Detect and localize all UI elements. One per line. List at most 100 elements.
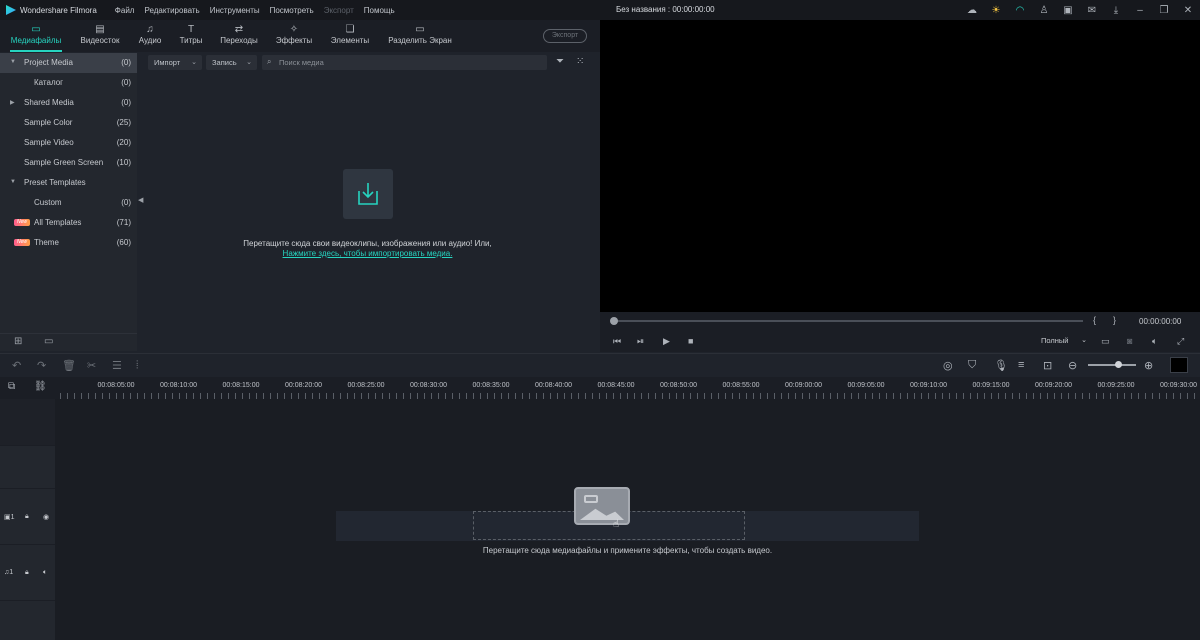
layout-toggle-button[interactable] <box>1170 357 1188 373</box>
audio-wave-icon[interactable]: ⦙ <box>136 359 138 372</box>
ruler-time-label: 00:09:15:00 <box>972 382 1010 389</box>
menu-help[interactable]: Помощь <box>364 6 395 15</box>
export-button[interactable]: Экспорт <box>543 29 587 43</box>
menu-edit[interactable]: Редактировать <box>144 6 199 15</box>
play-icon[interactable]: ▶ <box>663 336 670 347</box>
expand-down-icon: ▼ <box>10 179 16 185</box>
library-item-shared-media[interactable]: ▶ Shared Media (0) <box>0 93 137 113</box>
step-back-icon[interactable]: ⏮ <box>613 336 621 347</box>
record-dropdown[interactable]: Запись ⌄ <box>206 55 257 70</box>
zoom-in-icon[interactable]: ⊕ <box>1144 359 1153 372</box>
adjust-icon[interactable]: ☰ <box>112 359 122 372</box>
tab-effects[interactable]: ✧ Эффекты <box>272 20 316 52</box>
lock-icon[interactable]: 🔒︎ <box>25 513 29 521</box>
menu-tools[interactable]: Инструменты <box>210 6 260 15</box>
restore-icon[interactable]: ❐ <box>1152 5 1176 16</box>
ruler-time-label: 00:09:20:00 <box>1035 382 1072 389</box>
microphone-icon[interactable]: 🎙︎ <box>994 359 1008 372</box>
new-folder-icon[interactable]: ⊞ <box>14 336 22 347</box>
library-item-sample-video[interactable]: Sample Video (20) <box>0 133 137 153</box>
expand-right-icon: ▶ <box>10 100 15 106</box>
menu-view[interactable]: Посмотреть <box>270 6 314 15</box>
library-item-project-media[interactable]: ▼ Project Media (0) <box>0 53 137 73</box>
snapshot-icon[interactable]: ◙ <box>1127 336 1132 346</box>
link-icon[interactable]: ⛓ <box>34 381 47 392</box>
tab-audio[interactable]: ♫ Аудио <box>132 20 168 52</box>
grid-view-icon[interactable]: ⁙ <box>576 56 584 67</box>
delete-icon[interactable]: 🗑︎ <box>62 359 76 372</box>
download-icon[interactable]: ⤓ <box>1104 5 1128 16</box>
undo-icon[interactable]: ↶ <box>12 359 21 372</box>
playhead-knob[interactable] <box>610 317 618 325</box>
menu-file[interactable]: Файл <box>115 6 135 15</box>
import-dropdown[interactable]: Импорт ⌄ <box>148 55 202 70</box>
ruler-time-label: 00:08:20:00 <box>285 382 322 389</box>
library-item-all-templates[interactable]: New All Templates (71) <box>0 213 137 233</box>
save-icon[interactable]: ▣ <box>1056 5 1080 16</box>
tab-stock-video[interactable]: ▤ Видеосток <box>74 20 126 52</box>
tab-titles[interactable]: T Титры <box>174 20 208 52</box>
library-item-custom[interactable]: Custom (0) <box>0 193 137 213</box>
tab-label: Видеосток <box>80 36 120 45</box>
mail-icon[interactable]: ✉ <box>1080 5 1104 16</box>
mark-in-button[interactable]: { <box>1093 315 1096 325</box>
ruler-time-label: 00:08:05:00 <box>97 382 135 389</box>
media-toolbar: Импорт ⌄ Запись ⌄ ⌕ ⏷ ⁙ <box>145 53 600 72</box>
library-item-sample-green-screen[interactable]: Sample Green Screen (10) <box>0 153 137 173</box>
mark-out-button[interactable]: } <box>1113 315 1116 325</box>
tab-media[interactable]: ▭ Медиафайлы <box>4 20 68 52</box>
ruler-time-label: 00:08:30:00 <box>410 382 447 389</box>
play-pause-icon[interactable]: ⏯ <box>637 336 644 347</box>
library-item-label: Theme <box>34 238 59 247</box>
quality-dropdown[interactable]: Полный ⌄ <box>1037 334 1089 348</box>
zoom-slider-track[interactable] <box>1088 364 1136 366</box>
filmora-logo-icon <box>6 5 16 15</box>
search-input[interactable] <box>279 56 539 69</box>
display-icon[interactable]: ▭ <box>1101 336 1110 347</box>
shield-icon[interactable]: ⛉ <box>968 359 976 372</box>
zoom-slider-handle[interactable] <box>1115 361 1122 368</box>
headset-icon[interactable]: ◠ <box>1008 5 1032 16</box>
fit-icon[interactable]: ⊡ <box>1043 359 1052 372</box>
chevron-down-icon: ⌄ <box>191 59 197 66</box>
tab-label: Разделить Экран <box>388 36 452 45</box>
render-icon[interactable]: ◎ <box>943 359 953 372</box>
stop-icon[interactable]: ■ <box>688 336 693 346</box>
preview-controls <box>600 312 1200 352</box>
close-icon[interactable]: ✕ <box>1176 5 1200 16</box>
fullscreen-icon[interactable]: ⤢ <box>1177 336 1184 347</box>
bulb-icon[interactable]: ☀ <box>984 5 1008 16</box>
menu-export[interactable]: Экспорт <box>324 6 354 15</box>
tab-split-screen[interactable]: ▭ Разделить Экран <box>384 20 456 52</box>
cut-icon[interactable]: ✂ <box>87 359 96 372</box>
ruler-time-label: 00:09:25:00 <box>1097 382 1135 389</box>
tab-label: Переходы <box>220 36 258 45</box>
track-headers: ▣1 🔒︎ ◉ ♫1 🔒︎ 🔈︎ <box>0 399 55 640</box>
zoom-out-icon[interactable]: ⊖ <box>1068 359 1077 372</box>
library-item-sample-color[interactable]: Sample Color (25) <box>0 113 137 133</box>
library-item-catalog[interactable]: Каталог (0) <box>0 73 137 93</box>
account-icon[interactable]: ♙ <box>1032 5 1056 16</box>
cloud-icon[interactable]: ☁ <box>960 5 984 16</box>
redo-icon[interactable]: ↷ <box>37 359 46 372</box>
library-item-preset-templates[interactable]: ▼ Preset Templates <box>0 173 137 193</box>
minimize-icon[interactable]: – <box>1128 5 1152 16</box>
playback-progress-bar[interactable] <box>613 320 1083 322</box>
speaker-icon[interactable]: 🔈︎ <box>43 569 47 577</box>
import-media-link[interactable]: Нажмите здесь, чтобы импортировать медиа… <box>283 249 453 258</box>
tab-elements[interactable]: ❏ Элементы <box>326 20 374 52</box>
playlist-icon[interactable]: ≡ <box>1018 359 1024 371</box>
timeline-ruler[interactable]: ⧉ ⛓ 00:08:05:00 00:08:10:00 00:08:15:00 00:… <box>0 377 1200 399</box>
eye-icon[interactable]: ◉ <box>43 513 49 521</box>
volume-icon[interactable]: 🔈︎ <box>1152 336 1157 347</box>
filter-icon[interactable]: ⏷ <box>556 56 564 67</box>
library-item-theme[interactable]: New Theme (60) <box>0 233 137 253</box>
video-track-icon: ▣1 <box>4 514 15 521</box>
app-name: Wondershare Filmora <box>20 5 97 15</box>
tab-transitions[interactable]: ⇄ Переходы <box>216 20 262 52</box>
add-track-icon[interactable]: ⧉ <box>8 381 15 392</box>
lock-icon[interactable]: 🔒︎ <box>25 569 29 577</box>
folder-icon[interactable]: ▭ <box>44 336 53 347</box>
collapse-panel-icon[interactable]: ◀ <box>138 196 144 210</box>
import-media-button[interactable] <box>343 169 393 219</box>
